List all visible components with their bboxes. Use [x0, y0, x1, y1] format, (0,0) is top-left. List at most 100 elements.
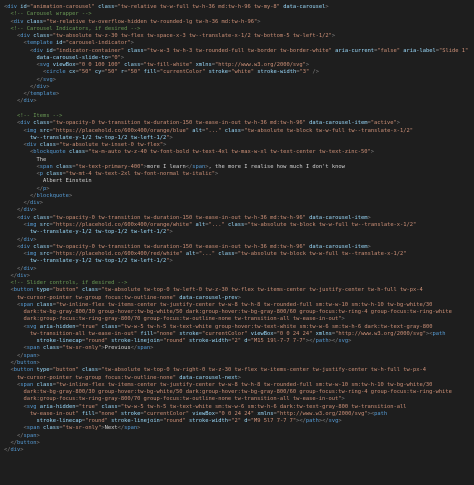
code-token: fill	[140, 330, 154, 337]
code-token: div	[29, 200, 40, 207]
code-line: <circle cx="50" cy="50" r="50" fill="cur…	[0, 69, 474, 76]
code-token: aria-label	[403, 47, 436, 54]
code-token: alt	[185, 251, 196, 258]
code-line: tw-cursor-pointer tw-group focus:tw-outl…	[0, 375, 474, 382]
code-token: path	[374, 410, 388, 417]
code-token: "tw-mt-4 tw-text-2xl tw-font-normal tw-i…	[65, 171, 215, 178]
code-token: ></	[296, 418, 306, 425]
code-token: div	[23, 265, 34, 272]
code-token: template	[26, 40, 53, 47]
code-line: <p class="tw-mt-4 tw-text-2xl tw-font-no…	[0, 171, 474, 178]
code-line: </div>	[0, 98, 474, 105]
code-token: "M15 19l-7-7 7-7"	[250, 338, 306, 345]
code-token: button	[13, 367, 34, 374]
code-token: path	[315, 338, 329, 345]
code-line: </p>	[0, 186, 474, 193]
code-token: >	[169, 134, 173, 141]
code-token: >	[33, 98, 37, 105]
code-token: span	[20, 381, 34, 388]
code-line: dark:group-focus:tw-ring-gray-800/70 gro…	[0, 396, 474, 403]
code-line: </button>	[0, 360, 474, 367]
code-token: div	[36, 83, 47, 90]
code-token: template	[29, 91, 56, 98]
code-token: >	[237, 294, 241, 301]
code-token: >	[33, 236, 37, 243]
code-token: >	[331, 33, 336, 40]
code-token: "tw-inline-flex tw-items-center tw-justi…	[55, 301, 433, 308]
code-token: tw-transition-all tw-ease-in-out"	[4, 330, 138, 337]
code-token: "false"	[377, 47, 401, 54]
code-token: "https://placehold.co/600x400/red/white"	[52, 251, 183, 258]
code-token: "Slide 1"	[439, 47, 469, 54]
code-token: "..."	[205, 127, 222, 134]
code-token: >	[325, 4, 329, 10]
code-token: >	[338, 418, 342, 425]
code-line: </div>	[0, 447, 474, 454]
code-token: , the more I realise how much I don't kn…	[208, 163, 345, 170]
code-token: >	[68, 192, 73, 199]
code-token: div	[23, 207, 34, 214]
code-line: dark:tw-bg-gray-800/30 group-hover:tw-bg…	[0, 309, 474, 316]
code-token: >	[215, 171, 219, 178]
code-editor[interactable]: <div id="animation-carousel" class="tw-r…	[0, 0, 474, 485]
code-line: <div class="tw-relative tw-overflow-hidd…	[0, 19, 474, 26]
code-line: </div>	[0, 237, 474, 244]
code-token: "tw-absolute tw-top-0 tw-left-0 tw-z-30 …	[101, 287, 423, 294]
code-token: >	[257, 18, 261, 25]
code-token: >	[33, 207, 37, 214]
code-token: class	[218, 251, 235, 258]
code-line: <span class="tw-inline-flex tw-items-cen…	[0, 302, 474, 309]
code-line: <template id="carousel-indicator">	[0, 40, 474, 47]
code-line: tw--translate-y-1/2 tw-top-1/2 tw-left-1…	[0, 258, 474, 265]
code-token: div	[33, 47, 43, 54]
code-token: tw--translate-y-1/2 tw-top-1/2 tw-left-1…	[29, 229, 167, 236]
code-token: dark:group-focus:tw-ring-gray-800/70 gro…	[4, 396, 342, 403]
code-token: button	[13, 287, 34, 294]
code-token: "2"	[231, 418, 241, 425]
code-line: </span>	[0, 433, 474, 440]
code-token: tw-ease-in-out"	[4, 410, 79, 417]
code-token: path	[432, 330, 446, 337]
code-line: data-carousel-slide-to="0">	[0, 55, 474, 62]
code-token: >	[341, 396, 345, 403]
code-token: svg	[39, 62, 50, 69]
code-token: "round"	[163, 418, 186, 425]
code-token: >	[46, 83, 50, 90]
code-token: viewBox	[52, 62, 76, 69]
code-line: <div class="tw-opacity-0 tw-transition t…	[0, 244, 474, 251]
code-token: data-carousel-item	[309, 214, 368, 221]
code-token: "50"	[78, 69, 92, 76]
code-token: "50"	[104, 69, 118, 76]
code-token: tw-cursor-pointer tw-group focus:tw-outl…	[4, 294, 177, 301]
code-token: dark:group-focus:tw-ring-gray-800/70 gro…	[4, 316, 342, 323]
code-line: <!-- Carousel wrapper -->	[0, 11, 474, 18]
code-token: class	[33, 243, 50, 250]
code-token: div	[20, 33, 30, 40]
code-token: >	[130, 40, 134, 47]
code-token: svg	[338, 338, 349, 345]
code-token: ></	[328, 338, 339, 345]
code-token: stroke-linecap	[36, 418, 82, 425]
code-line: </div>	[0, 266, 474, 273]
code-line: </button>	[0, 440, 474, 447]
code-line: </div>	[0, 273, 474, 280]
code-line: stroke-linecap="round" stroke-linejoin="…	[0, 338, 474, 345]
code-token: "currentColor"	[202, 330, 248, 337]
code-token: class	[81, 287, 99, 294]
code-token: fill	[81, 410, 95, 417]
code-line: <div class="tw-absolute tw-z-30 tw-flex …	[0, 33, 474, 40]
code-line: tw-ease-in-out" fill="none" stroke="curr…	[0, 411, 474, 418]
code-line: <button type="button" class="tw-absolute…	[0, 287, 474, 294]
code-line: <button type="button" class="tw-absolute…	[0, 367, 474, 374]
code-token: div	[7, 4, 17, 10]
